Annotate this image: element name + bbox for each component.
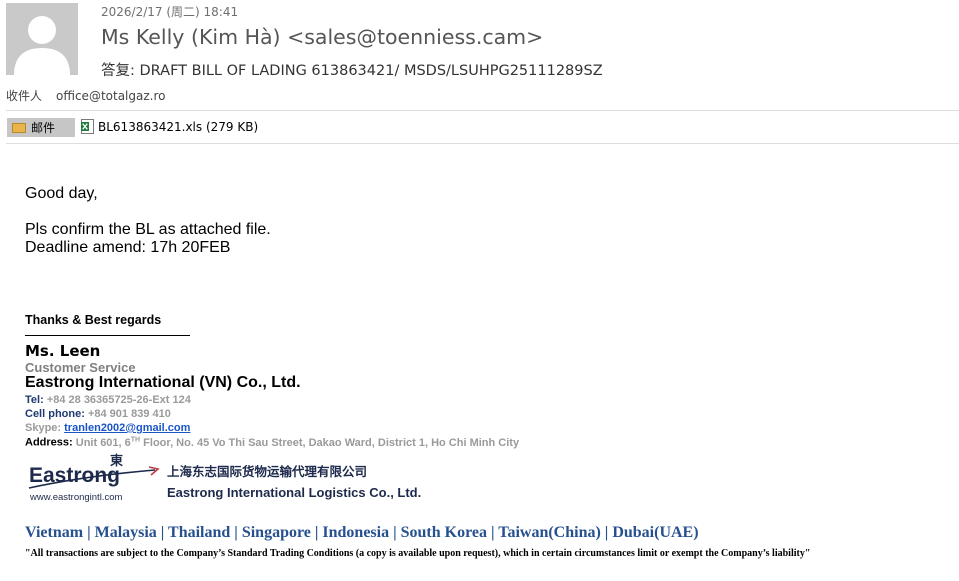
cell-label: Cell phone: — [25, 408, 85, 420]
signature-name: Ms. Leen — [25, 342, 101, 360]
person-icon — [6, 3, 78, 75]
logo-url: www.eastrongintl.com — [29, 492, 122, 503]
skype-link[interactable]: tranlen2002@gmail.com — [64, 422, 190, 434]
body-line-deadline: Deadline amend: 17h 20FEB — [25, 239, 231, 256]
attachment-file[interactable]: BL613863421.xls (279 KB) — [81, 119, 258, 134]
greeting-text: Good day, — [25, 185, 98, 202]
eastrong-logo-mark: 東 Eastrong www.eastrongintl.com — [28, 453, 160, 503]
address-part: Floor, No. 45 Vo Thi Sau Street, Dakao W… — [140, 436, 520, 449]
signature-skype: Skype: tranlen2002@gmail.com — [25, 422, 190, 434]
signature-divider — [25, 335, 190, 336]
signature-role: Customer Service — [25, 360, 136, 375]
recipient-row: 收件人 office@totalgaz.ro — [6, 87, 165, 104]
signature-tel: Tel: +84 28 36365725-26-Ext 124 — [25, 394, 191, 406]
skype-label: Skype: — [25, 422, 62, 434]
email-subject: 答复: DRAFT BILL OF LADING 613863421/ MSDS… — [101, 63, 603, 79]
signature-company: Eastrong International (VN) Co., Ltd. — [25, 374, 301, 391]
envelope-icon — [12, 122, 26, 133]
company-chinese-name: 上海东志国际货物运输代理有限公司 — [167, 464, 368, 479]
address-part: Unit 601, 6 — [75, 436, 131, 449]
tel-label: Tel: — [25, 394, 44, 406]
eastrong-logo: 東 Eastrong www.eastrongintl.com — [25, 452, 165, 507]
address-value: Unit 601, 6TH Floor, No. 45 Vo Thi Sau S… — [75, 436, 520, 449]
logo-word: Eastrong — [29, 464, 120, 487]
cell-value: +84 901 839 410 — [87, 408, 171, 420]
excel-file-icon — [81, 119, 94, 134]
recipient-label: 收件人 — [6, 89, 43, 103]
trading-disclaimer: "All transactions are subject to the Com… — [25, 548, 811, 559]
attachment-name: BL613863421.xls (279 KB) — [98, 119, 259, 134]
signature-cell: Cell phone: +84 901 839 410 — [25, 408, 171, 420]
tel-value: +84 28 36365725-26-Ext 124 — [46, 394, 191, 406]
body-line-confirm: Pls confirm the BL as attached file. — [25, 221, 271, 238]
sender-avatar — [6, 3, 78, 75]
signature-address: Address: Unit 601, 6TH Floor, No. 45 Vo … — [25, 436, 519, 449]
sent-date: 2026/2/17 (周二) 18:41 — [101, 5, 239, 19]
header-divider — [6, 110, 959, 111]
closing-text: Thanks & Best regards — [25, 313, 162, 327]
message-button[interactable]: 邮件 — [7, 118, 75, 137]
attachments-divider — [6, 143, 959, 144]
address-label: Address: — [25, 436, 73, 449]
recipient-address[interactable]: office@totalgaz.ro — [56, 89, 165, 103]
sender-name[interactable]: Ms Kelly (Kim Hà) <sales@toenniess.cam> — [101, 25, 543, 49]
company-english-name: Eastrong International Logistics Co., Lt… — [167, 485, 422, 500]
address-ordinal: TH — [130, 436, 141, 443]
office-countries: Vietnam | Malaysia | Thailand | Singapor… — [25, 524, 699, 541]
message-button-label: 邮件 — [31, 121, 56, 135]
